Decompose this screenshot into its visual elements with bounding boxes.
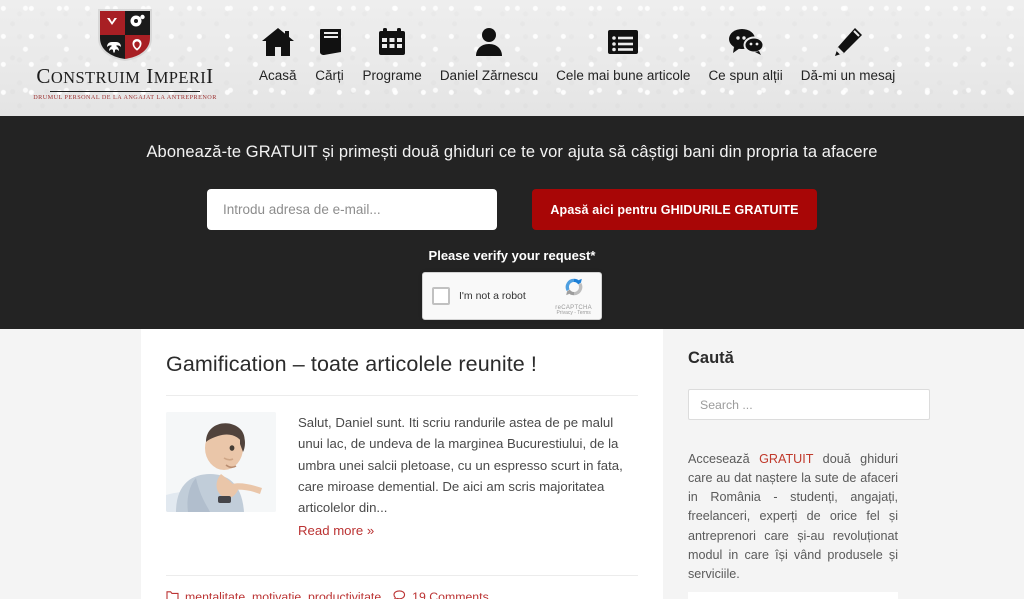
- author-photo-illustration: [166, 411, 276, 512]
- nav-label: Programe: [362, 68, 422, 83]
- nav-label: Cărți: [315, 68, 344, 83]
- post-meta: mentalitate, motivatie, productivitate 1…: [166, 576, 638, 599]
- nav-label: Acasă: [259, 68, 297, 83]
- logo-tagline: DRUMUL PERSONAL DE LA ANGAJAT LA ANTREPR…: [33, 94, 217, 101]
- nav-item-daniel-zarnescu[interactable]: Daniel Zărnescu: [431, 22, 547, 83]
- post-categories[interactable]: mentalitate, motivatie, productivitate: [166, 588, 381, 599]
- recaptcha-checkbox[interactable]: [432, 287, 450, 305]
- comment-bubble-icon: [393, 588, 406, 599]
- nav-item-programe[interactable]: Programe: [354, 22, 431, 83]
- product-boxes-illustration: [688, 591, 898, 599]
- sidebar: Caută Accesează GRATUIT două ghiduri car…: [663, 329, 1024, 599]
- site-header: C ONSTRUIM I MPERI I DRUMUL PERSONAL DE LA A…: [0, 0, 1024, 116]
- home-icon: [261, 22, 295, 62]
- page-root: C ONSTRUIM I MPERI I DRUMUL PERSONAL DE LA A…: [0, 0, 1024, 599]
- logo-wordmark: C ONSTRUIM I MPERI I: [36, 64, 214, 88]
- nav-label: Daniel Zărnescu: [439, 68, 539, 83]
- nav-item-carti[interactable]: Cărți: [306, 22, 354, 83]
- email-input[interactable]: [207, 189, 497, 230]
- recaptcha-branding: reCAPTCHA Privacy - Terms: [555, 276, 592, 316]
- promo-text-pre: Accesează: [688, 452, 760, 466]
- post-body: Salut, Daniel sunt. Iti scriu randurile …: [166, 396, 638, 540]
- list-icon: [607, 22, 639, 62]
- person-icon: [475, 22, 503, 62]
- subscribe-form: Apasă aici pentru GHIDURILE GRATUITE: [207, 189, 817, 230]
- nav-item-da-mi-un-mesaj[interactable]: Dă-mi un mesaj: [792, 22, 905, 83]
- sidebar-promo-image[interactable]: [688, 591, 898, 599]
- subscribe-submit-button[interactable]: Apasă aici pentru GHIDURILE GRATUITE: [532, 189, 817, 230]
- post-thumbnail[interactable]: [166, 411, 276, 512]
- post-categories-label[interactable]: mentalitate, motivatie, productivitate: [185, 590, 381, 599]
- post-excerpt: Salut, Daniel sunt. Iti scriu randurile …: [298, 414, 623, 516]
- read-more-link[interactable]: Read more »: [298, 523, 374, 538]
- chat-bubbles-icon: [728, 22, 764, 62]
- main-navigation: Acasă Cărți Programe Daniel Zărnescu Cel…: [250, 0, 1024, 83]
- calendar-icon: [377, 22, 407, 62]
- book-icon: [315, 22, 345, 62]
- sidebar-search-title: Caută: [688, 349, 734, 367]
- subscribe-headline: Abonează-te GRATUIT și primești două ghi…: [146, 143, 878, 161]
- pencil-icon: [833, 22, 863, 62]
- logo-divider: [50, 91, 200, 92]
- shield-crest-icon: [96, 8, 154, 62]
- content-area: Gamification – toate articolele reunite …: [0, 329, 1024, 599]
- form-spacer: [497, 189, 532, 230]
- post-excerpt-wrap: Salut, Daniel sunt. Iti scriu randurile …: [298, 412, 638, 540]
- folder-icon: [166, 588, 179, 599]
- recaptcha-widget[interactable]: I'm not a robot reCAPTCHA Privacy - Term…: [422, 272, 602, 320]
- nav-label: Ce spun alții: [708, 68, 783, 83]
- nav-item-acasa[interactable]: Acasă: [250, 22, 306, 83]
- sidebar-promo-text: Accesează GRATUIT două ghiduri care au d…: [688, 450, 898, 584]
- search-input[interactable]: [688, 389, 930, 420]
- nav-item-ce-spun-altii[interactable]: Ce spun alții: [699, 22, 791, 83]
- post-comments-count[interactable]: 19 Comments: [412, 590, 489, 599]
- post-title[interactable]: Gamification – toate articolele reunite …: [166, 351, 638, 378]
- post-comments[interactable]: 19 Comments: [393, 588, 489, 599]
- site-logo[interactable]: C ONSTRUIM I MPERI I DRUMUL PERSONAL DE LA A…: [0, 0, 250, 101]
- nav-label: Dă-mi un mesaj: [800, 68, 896, 83]
- post-card: Gamification – toate articolele reunite …: [141, 329, 663, 599]
- promo-text-post: două ghiduri care au dat naștere la sute…: [688, 452, 898, 581]
- recaptcha-checkbox-label: I'm not a robot: [459, 290, 526, 302]
- promo-text-highlight: GRATUIT: [759, 452, 814, 466]
- recaptcha-legal-links[interactable]: Privacy - Terms: [556, 310, 590, 316]
- recaptcha-logo-icon: [563, 276, 585, 303]
- nav-item-cele-mai-bune-articole[interactable]: Cele mai bune articole: [547, 22, 699, 83]
- subscribe-band: Abonează-te GRATUIT și primești două ghi…: [0, 116, 1024, 329]
- verify-request-label: Please verify your request*: [428, 248, 596, 263]
- nav-label: Cele mai bune articole: [556, 68, 691, 83]
